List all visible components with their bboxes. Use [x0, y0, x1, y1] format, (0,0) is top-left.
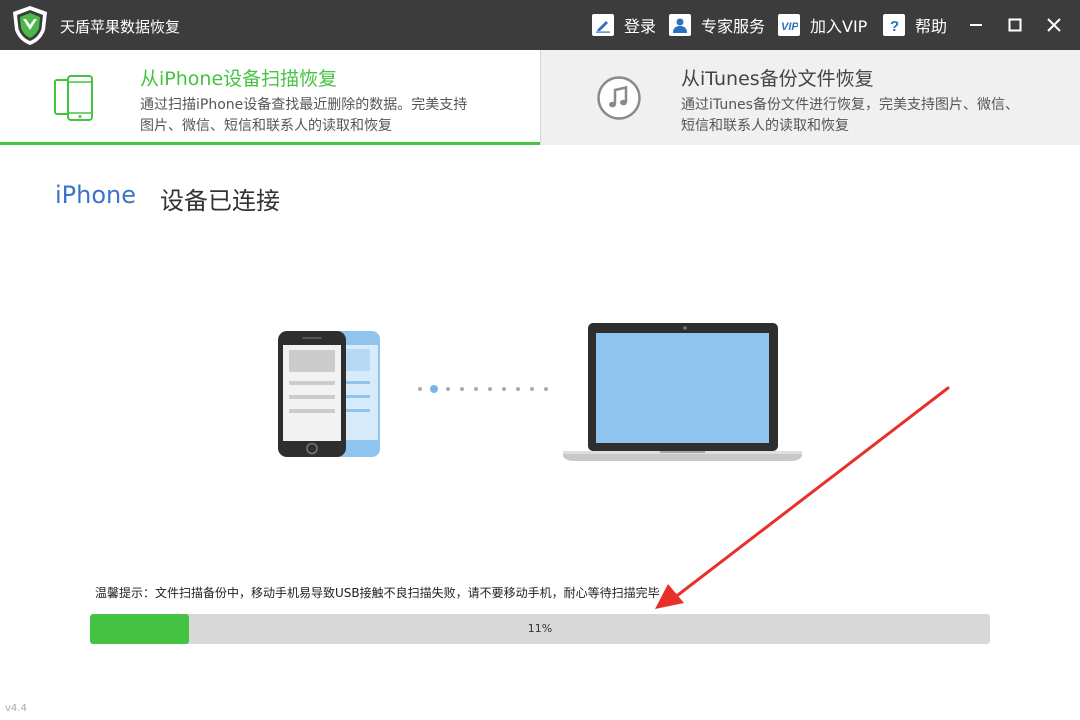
- progress-percent-text: 11%: [527, 622, 553, 635]
- laptop-illustration: [563, 323, 802, 461]
- version-label: v4.4: [5, 703, 27, 714]
- scan-progress-bar: 11%: [90, 614, 990, 644]
- transfer-dots-indicator: [418, 385, 548, 393]
- connection-illustration: [278, 323, 802, 461]
- phone-front-illustration: [278, 331, 346, 457]
- warm-tip-text: 温馨提示：文件扫描备份中，移动手机易导致USB接触不良扫描失败，请不要移动手机，…: [95, 586, 660, 600]
